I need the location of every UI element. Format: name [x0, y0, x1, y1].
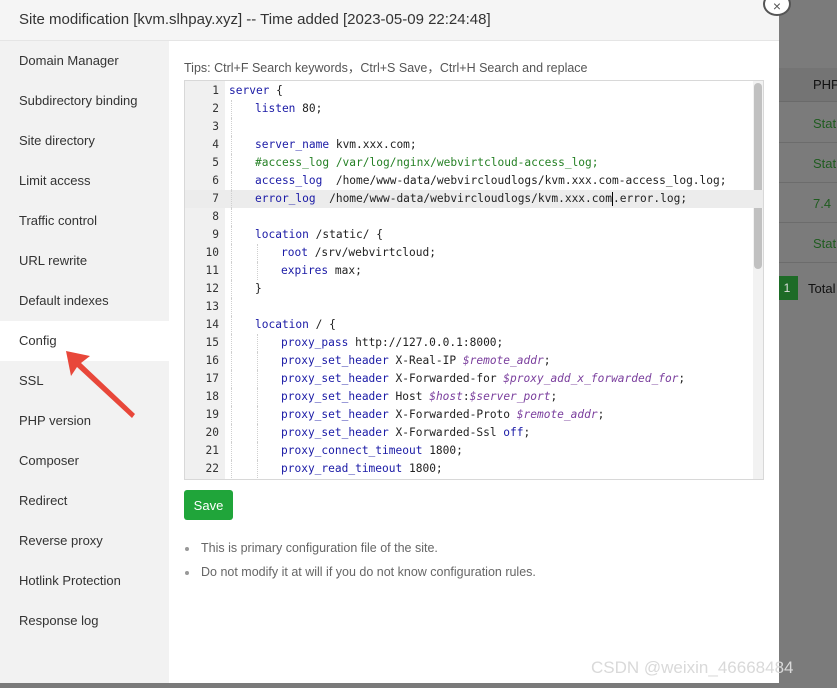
- annotation-arrow-icon: [66, 351, 135, 418]
- watermark: CSDN @weixin_46668484: [591, 658, 794, 677]
- annotation-arrow-shape: [66, 351, 135, 418]
